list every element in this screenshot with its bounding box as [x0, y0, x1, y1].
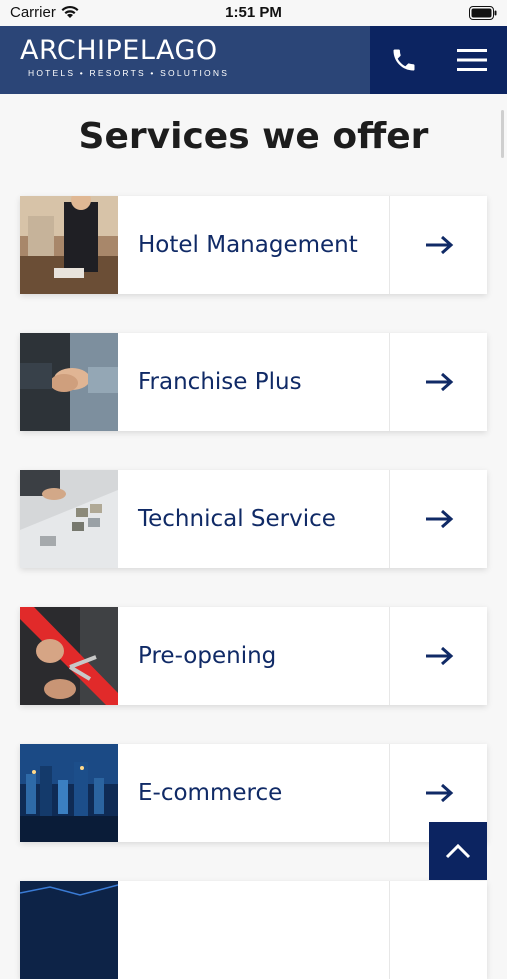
arrow-right-icon — [425, 783, 453, 803]
service-label: Hotel Management — [138, 232, 358, 258]
service-arrow-button[interactable] — [389, 607, 487, 705]
service-card-partial[interactable] — [20, 881, 487, 979]
status-time: 1:51 PM — [225, 4, 282, 21]
chevron-up-icon — [445, 843, 471, 859]
service-card-hotel-management[interactable]: Hotel Management — [20, 196, 487, 294]
brand-name: ARCHIPELAGO — [20, 35, 218, 66]
back-to-top-button[interactable] — [429, 822, 487, 880]
service-label — [118, 881, 389, 979]
service-label: Pre-opening — [138, 643, 277, 669]
service-card-pre-opening[interactable]: Pre-opening — [20, 607, 487, 705]
blue-tech-photo — [20, 881, 118, 979]
header-actions — [370, 26, 507, 94]
service-card-technical-service[interactable]: Technical Service — [20, 470, 487, 568]
city-night-photo — [20, 744, 118, 842]
hamburger-menu-icon — [457, 49, 487, 71]
phone-icon — [393, 49, 415, 71]
call-button[interactable] — [370, 26, 438, 94]
brand-tagline: HOTELS • RESORTS • SOLUTIONS — [28, 68, 230, 78]
business-woman-photo — [20, 196, 118, 294]
status-bar: Carrier 1:51 PM — [0, 0, 507, 26]
arrow-right-icon — [425, 509, 453, 529]
service-label: Technical Service — [138, 506, 336, 532]
arrow-right-icon — [425, 235, 453, 255]
service-arrow-button[interactable] — [389, 470, 487, 568]
service-arrow-button[interactable] — [389, 333, 487, 431]
site-header: ARCHIPELAGO HOTELS • RESORTS • SOLUTIONS — [0, 26, 507, 94]
menu-button[interactable] — [438, 26, 506, 94]
brand-logo[interactable]: ARCHIPELAGO HOTELS • RESORTS • SOLUTIONS — [20, 35, 230, 79]
service-label: E-commerce — [138, 780, 283, 806]
page-title: Services we offer — [78, 116, 429, 157]
service-label: Franchise Plus — [138, 369, 302, 395]
arrow-right-icon — [425, 372, 453, 392]
ribbon-cutting-photo — [20, 607, 118, 705]
floor-plan-photo — [20, 470, 118, 568]
service-card-e-commerce[interactable]: E-commerce — [20, 744, 487, 842]
battery-icon — [469, 6, 497, 20]
arrow-right-icon — [425, 646, 453, 666]
scrollbar[interactable] — [501, 110, 504, 158]
service-arrow-button[interactable] — [389, 881, 487, 979]
service-card-franchise-plus[interactable]: Franchise Plus — [20, 333, 487, 431]
service-arrow-button[interactable] — [389, 196, 487, 294]
handshake-photo — [20, 333, 118, 431]
